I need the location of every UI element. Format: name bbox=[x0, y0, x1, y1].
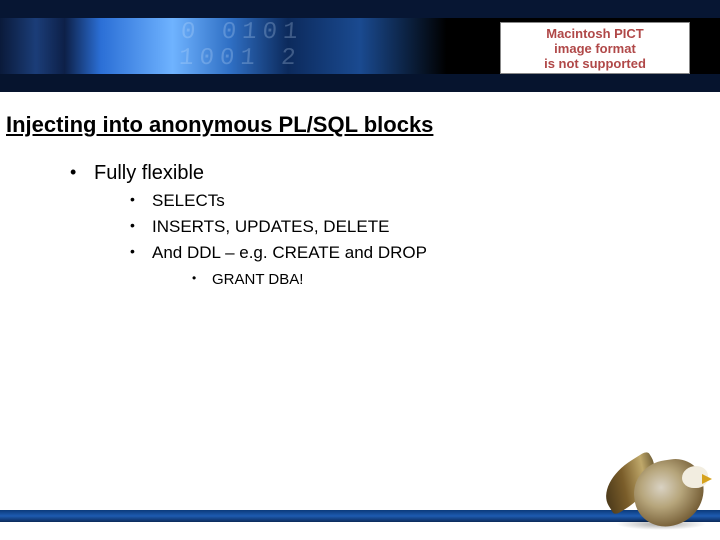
bullet-subsublist: GRANT DBA! bbox=[152, 271, 720, 288]
pict-line-2: image format bbox=[554, 41, 636, 56]
footer-logo bbox=[602, 450, 712, 532]
pict-placeholder: Macintosh PICT image format is not suppo… bbox=[500, 22, 690, 74]
bullet-text: And DDL – e.g. CREATE and DROP bbox=[152, 243, 427, 262]
bullet-text: Fully flexible bbox=[94, 162, 204, 184]
bullet-sublist: SELECTs INSERTS, UPDATES, DELETE And DDL… bbox=[94, 191, 720, 288]
pict-line-3: is not supported bbox=[544, 56, 646, 71]
eagle-beak-icon bbox=[702, 474, 712, 484]
pict-line-1: Macintosh PICT bbox=[546, 26, 644, 41]
bullet-level3: GRANT DBA! bbox=[192, 271, 720, 288]
header-banner: 0 0101 1001 2 Macintosh PICT image forma… bbox=[0, 0, 720, 92]
bullet-level2: INSERTS, UPDATES, DELETE bbox=[130, 217, 720, 237]
bullet-level1: Fully flexible SELECTs INSERTS, UPDATES,… bbox=[70, 162, 720, 288]
bullet-level2: And DDL – e.g. CREATE and DROP GRANT DBA… bbox=[130, 243, 720, 288]
bullet-list: Fully flexible SELECTs INSERTS, UPDATES,… bbox=[0, 162, 720, 288]
bullet-level2: SELECTs bbox=[130, 191, 720, 211]
slide-title: Injecting into anonymous PL/SQL blocks bbox=[6, 112, 720, 138]
banner-strip-bottom bbox=[0, 74, 720, 92]
banner-strip-top bbox=[0, 0, 720, 18]
